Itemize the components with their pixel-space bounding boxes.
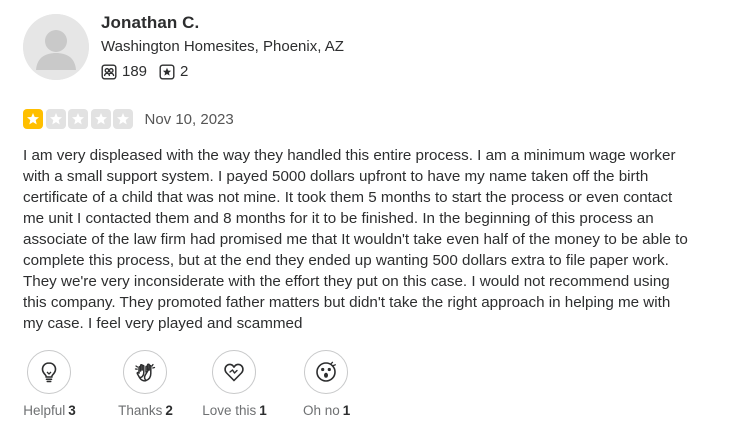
reaction-count: 3 <box>68 403 76 418</box>
heart-icon[interactable] <box>211 350 256 394</box>
reaction-label: Oh no 1 <box>303 403 350 418</box>
reaction-label: Thanks 2 <box>118 403 173 418</box>
review-date: Nov 10, 2023 <box>144 110 234 128</box>
reaction-count: 2 <box>165 403 173 418</box>
reaction-label-text: Love this <box>202 403 257 418</box>
review-text-line: me unit I contacted them and 8 months fo… <box>23 210 654 227</box>
reaction-helpful-button[interactable]: Helpful 3 <box>23 350 76 418</box>
default-user-icon <box>23 14 89 80</box>
reaction-love-this-button[interactable]: Love this 1 <box>202 350 267 418</box>
reaction-thanks-button[interactable]: Thanks 2 <box>118 350 173 418</box>
rating-row: Nov 10, 2023 <box>23 109 234 129</box>
review-text-line: I am very displeased with the way they h… <box>23 147 676 164</box>
reaction-label-text: Thanks <box>118 403 163 418</box>
rating-star-icon <box>68 109 88 129</box>
review-text-line: complete this process, but at the end th… <box>23 252 669 269</box>
review-text-line: associate of the law firm had promised m… <box>23 231 688 248</box>
friends-stat: 189 <box>101 63 147 80</box>
star-rating <box>23 109 136 129</box>
review-text-line: certificate of a child that was not mine… <box>23 189 673 206</box>
reaction-label: Love this 1 <box>202 403 267 418</box>
reaction-label-text: Helpful <box>23 403 66 418</box>
friends-count: 189 <box>122 63 148 80</box>
hands-icon[interactable] <box>122 350 167 394</box>
reviewer-stats: 189 2 <box>101 63 200 80</box>
avatar[interactable] <box>23 14 89 80</box>
reviews-stat: 2 <box>159 63 188 80</box>
rating-star-icon <box>23 109 43 129</box>
rating-star-icon <box>90 109 111 129</box>
review-text: I am very displeased with the way they h… <box>23 145 728 334</box>
reviews-count: 2 <box>180 63 189 80</box>
reaction-label-text: Oh no <box>303 403 340 418</box>
review-text-line: with a small support system. I payed 500… <box>23 168 649 185</box>
reaction-count: 1 <box>259 403 267 418</box>
review-star-icon <box>159 64 175 80</box>
friends-icon <box>101 64 117 80</box>
surprised-face-icon[interactable] <box>303 350 348 394</box>
reviewer-name[interactable]: Jonathan C. <box>101 13 199 33</box>
review-text-line: this company. They promoted father matte… <box>23 294 671 311</box>
review-text-line: They we're very inconsiderate with the e… <box>23 273 670 290</box>
reaction-count: 1 <box>342 403 351 418</box>
reaction-label: Helpful 3 <box>23 403 76 418</box>
review-text-line: my case. I feel very played and scammed <box>23 315 303 332</box>
rating-star-icon <box>113 109 133 129</box>
reaction-oh-no-button[interactable]: Oh no 1 <box>303 350 350 418</box>
rating-star-icon <box>45 109 66 129</box>
lightbulb-icon[interactable] <box>26 350 71 394</box>
reviewer-location: Washington Homesites, Phoenix, AZ <box>101 38 344 55</box>
